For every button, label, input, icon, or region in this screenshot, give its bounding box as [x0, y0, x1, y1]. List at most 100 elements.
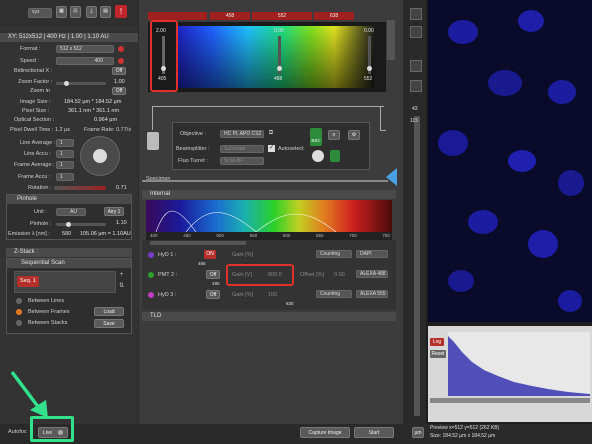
nucleus-7: [558, 170, 584, 196]
range-label-2: 465: [198, 261, 206, 266]
alert-icon[interactable]: !: [115, 5, 127, 18]
crop-icon[interactable]: ⊡: [70, 6, 81, 18]
stack-icon[interactable]: ▤: [100, 6, 111, 18]
capture-image-button[interactable]: Capture Image: [300, 427, 350, 438]
zoom-slider-knob[interactable]: [64, 81, 69, 86]
reset-button[interactable]: Reset: [430, 350, 446, 358]
hyd1-state[interactable]: ON: [204, 250, 216, 259]
frame-average-label: Frame Average :: [14, 162, 55, 168]
units-button[interactable]: µm: [412, 427, 424, 438]
axis-tick-700: 700: [349, 233, 357, 238]
format-icon[interactable]: [118, 46, 124, 52]
histogram-bars: [448, 336, 590, 396]
objective-dropdown[interactable]: HC PL APO CS2 63x: [220, 130, 264, 138]
between-stacks-radio[interactable]: [16, 320, 22, 326]
frame-accu-input[interactable]: 1: [56, 173, 74, 181]
pinhole-label: Pinhole :: [30, 221, 52, 227]
emission-curves: [155, 210, 337, 232]
axis-tick-500: 500: [216, 233, 224, 238]
pmt2-dye-dropdown[interactable]: ALEXA 488: [356, 270, 388, 278]
format-dropdown[interactable]: 512 x 512: [56, 45, 114, 53]
range-slider-bar[interactable]: [150, 241, 246, 245]
beam-path-vertical-2: [380, 106, 381, 130]
beamsplitter-label: Beamsplitter :: [176, 146, 210, 152]
airy-button[interactable]: Airy 1: [104, 207, 124, 216]
load-button[interactable]: Load: [94, 307, 124, 316]
add-sequence-icon[interactable]: +: [118, 272, 125, 278]
tool-icon-2[interactable]: [410, 26, 422, 38]
intensity-slider[interactable]: [414, 116, 420, 416]
hyd3-dye-dropdown[interactable]: ALEXA 555: [356, 290, 388, 298]
hyd1-mode-dropdown[interactable]: Counting: [316, 250, 352, 258]
pmt2-state[interactable]: Off: [206, 270, 220, 279]
rotation-slider[interactable]: [54, 186, 106, 190]
fluo-turret-dropdown[interactable]: Scan-BF: [220, 157, 264, 165]
between-lines-radio[interactable]: [16, 298, 22, 304]
sequence-item[interactable]: Seq. 1: [17, 276, 39, 287]
z-stack-header[interactable]: Z-Stack :: [6, 248, 132, 257]
start-button[interactable]: Start: [354, 427, 394, 438]
beam-path-horizontal-2: [380, 130, 386, 131]
tool-icon-1[interactable]: [410, 8, 422, 20]
fluo-icon[interactable]: [330, 150, 340, 162]
filter-wheel-icon[interactable]: [312, 150, 324, 162]
tld-header[interactable]: TLD: [142, 312, 396, 321]
pinhole-value: 1.10: [116, 220, 127, 226]
tool-icon-4[interactable]: [410, 80, 422, 92]
pan-dial-center[interactable]: [93, 149, 107, 163]
pmt2-color-icon: [148, 272, 154, 278]
log-button[interactable]: Log: [430, 338, 444, 346]
zoom-in-toggle[interactable]: Off: [112, 87, 126, 95]
histogram-scrollbar[interactable]: [430, 398, 590, 403]
autoselect-checkbox[interactable]: ✓: [268, 145, 275, 152]
laser-552-knob[interactable]: [367, 66, 372, 71]
settings-icon[interactable]: ⚙: [348, 130, 360, 140]
laser-tab-405[interactable]: [148, 12, 207, 20]
laser-488-value: 0.00: [274, 28, 284, 34]
zoom-factor-value: 1.00: [114, 79, 125, 85]
download-icon[interactable]: ⤓: [86, 6, 97, 18]
save-button[interactable]: Save: [94, 319, 124, 328]
hyd3-state[interactable]: Off: [206, 290, 220, 299]
laser-tab-552-label[interactable]: 552: [252, 12, 312, 20]
pmt2-gain-highlight: [226, 264, 294, 286]
objective-info-icon[interactable]: ⧉: [268, 130, 274, 137]
line-average-input[interactable]: 1: [56, 139, 74, 147]
bidirectional-toggle[interactable]: Off: [112, 67, 126, 75]
hyd3-gain-value[interactable]: 100: [268, 292, 277, 298]
image-viewer[interactable]: [428, 0, 592, 322]
pinhole-header[interactable]: Pinhole: [7, 195, 131, 204]
beamsplitter-dropdown[interactable]: Substrate: [220, 145, 264, 153]
laser-side-tab[interactable]: [387, 20, 395, 60]
scan-settings-header[interactable]: XY: 512x512 | 400 Hz | 1.00 | 1.10 AU: [0, 33, 138, 42]
laser-tab-458-label[interactable]: 458: [210, 12, 250, 20]
pmt2-label: PMT 2 :: [158, 272, 178, 278]
sequential-header[interactable]: Sequential Scan: [7, 259, 131, 268]
bsc-icon[interactable]: BSC: [310, 128, 322, 146]
internal-header[interactable]: Internal: [142, 190, 396, 199]
shutter-icon[interactable]: ≡: [328, 130, 340, 140]
pinhole-slider[interactable]: [56, 223, 106, 226]
tool-icon-3[interactable]: [410, 60, 422, 72]
pinhole-slider-knob[interactable]: [66, 222, 71, 227]
speed-dropdown[interactable]: 400: [56, 57, 114, 65]
autofocus-label[interactable]: Autofoc: [8, 429, 27, 435]
collapse-arrow-icon[interactable]: [386, 168, 397, 186]
preview-info: Preview x=512 y=512 (262 KB): [430, 425, 500, 431]
speed-icon[interactable]: [118, 58, 124, 64]
line-accu-input[interactable]: 1: [56, 150, 74, 158]
bottom-bar: [0, 424, 592, 444]
pinhole-unit-label: Unit :: [34, 209, 47, 215]
laser-tab-638-label[interactable]: 638: [314, 12, 354, 20]
between-frames-radio[interactable]: [16, 309, 22, 315]
frame-average-input[interactable]: 1: [56, 161, 74, 169]
scan-mode-dropdown[interactable]: xyz: [28, 8, 52, 18]
move-sequence-icon[interactable]: ⇅: [118, 282, 125, 289]
laser-488-knob[interactable]: [277, 66, 282, 71]
hyd3-mode-dropdown[interactable]: Counting: [316, 290, 352, 298]
pinhole-unit-dropdown[interactable]: AU: [56, 208, 86, 216]
nucleus-3: [488, 70, 522, 96]
hyd1-dye-dropdown[interactable]: DAPI: [356, 250, 388, 258]
pmt2-offset-value[interactable]: 0.00: [334, 272, 345, 278]
grid-icon[interactable]: ▦: [56, 6, 67, 18]
